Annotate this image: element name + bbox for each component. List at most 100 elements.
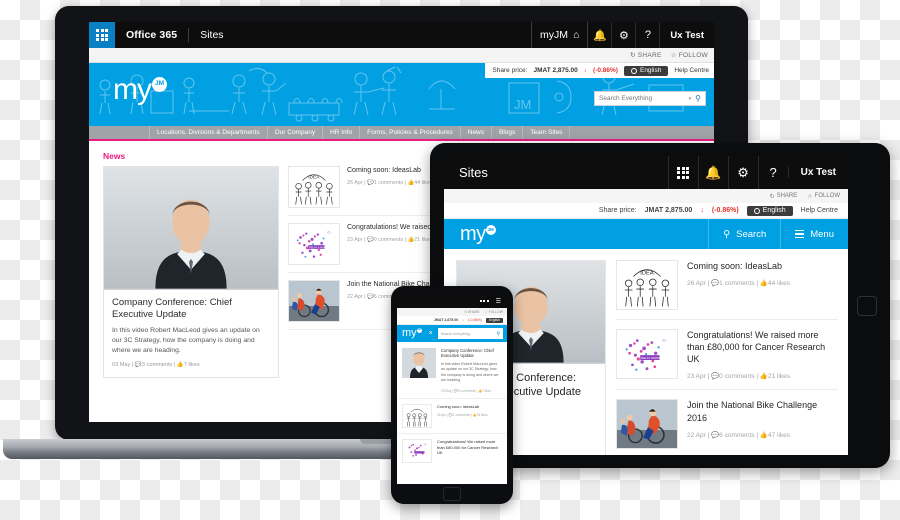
search-magnifier-icon[interactable]: ⚲ [695,94,701,103]
phone-featured-article[interactable]: Company Conference: Chief Executive Upda… [397,342,507,389]
tablet-search-magnifier-icon: ⚲ [723,228,731,240]
notifications-bell-icon[interactable]: 🔔 [588,22,613,48]
tablet-suite-icon-group: 🔔 ⚙ ? [667,156,788,189]
app-launcher-waffle-icon[interactable] [89,22,115,48]
home-icon: ⌂ [573,29,580,41]
nav-item-locations[interactable]: Locations, Divisions & Departments [149,126,268,139]
tablet-search-button[interactable]: ⚲ Search [708,219,780,249]
phone-search-placeholder: Search everything [440,331,470,336]
tablet-news-list-item[interactable]: Join the National Bike Challenge 2016 22… [616,390,838,455]
search-placeholder: Search Everything [599,95,653,102]
tablet-sites-link[interactable]: Sites [444,165,668,180]
phone-menu-dots-icon[interactable] [476,300,493,302]
tablet-globe-icon [753,207,760,214]
phone-follow-button[interactable]: ☆ FOLLOW [485,310,503,314]
phone-home-button[interactable] [443,487,461,501]
nav-item-team-sites[interactable]: Team Sites [523,126,571,139]
share-price-value: JMAT 2,875.00 [533,67,578,74]
tablet-menu-button[interactable]: Menu [780,219,848,249]
cyclists-photo-icon [288,280,340,322]
tablet-star-follow-icon: ☆ [807,193,813,200]
tablet-bike-challenge-photo [617,400,677,449]
phone-news-item-title[interactable]: Congratulations! We raised more than £80… [437,439,502,455]
site-title-myjm[interactable]: myJM ⌂ [531,22,589,48]
phone-star-follow-icon: ☆ [484,310,488,314]
tablet-news-item-meta: 23 Apr | 💬0 comments | 👍21 likes [687,373,791,381]
globe-icon [630,67,637,74]
tablet-language-selector-button[interactable]: English [746,205,793,216]
phone-logo-text: my [402,327,417,339]
tablet-settings-gear-icon[interactable]: ⚙ [727,156,758,189]
phone-news-list-item[interactable]: C~ Congratulations! We raised more than … [397,433,507,468]
myjm-logo[interactable]: my JM [113,75,167,105]
search-input[interactable]: Search Everything ▾ ⚲ [594,91,706,106]
tablet-share-button[interactable]: ↻ SHARE [770,193,798,200]
phone-featured-article-text: Company Conference: Chief Executive Upda… [441,348,502,383]
help-centre-link[interactable]: Help Centre [674,67,709,74]
nav-item-forms-policies[interactable]: Forms, Policies & Procedures [360,126,461,139]
phone-share-button[interactable]: ↻ SHARE [464,310,479,314]
suite-bar-sites-link[interactable]: Sites [189,29,234,41]
svg-text:C~: C~ [327,231,331,235]
tablet-news-item-title[interactable]: Congratulations! We raised more than £80… [687,329,838,365]
phone-status-bar: ☰ [397,294,507,308]
tablet-news-list-item[interactable]: IDEA Coming soon: IdeasLab 26 Apr | 💬1 c… [616,260,838,320]
phone-search-input[interactable]: Search everything ⚲ [437,328,503,339]
phone-news-item-title[interactable]: Coming soon: IdeasLab [437,404,488,409]
follow-label: FOLLOW [678,51,708,59]
tablet-help-centre-link[interactable]: Help Centre [801,207,838,214]
phone-brand-bar: my JM × Search everything ⚲ [397,325,507,342]
idea-lightbulb-crowd-icon: IDEA [288,166,340,208]
tablet-home-button[interactable] [857,295,877,316]
tablet-news-item-title[interactable]: Join the National Bike Challenge 2016 [687,399,838,423]
phone-businessman-portrait-photo [402,348,436,378]
office365-brand-label[interactable]: Office 365 [115,29,188,41]
tablet-news-item-title[interactable]: Coming soon: IdeasLab [687,260,790,272]
hero-banner: JM my JM Share price: JMAT 2,875.00 ↓ (-… [89,63,714,126]
search-scope-chevron-down-icon[interactable]: ▾ [689,96,692,102]
user-account-label[interactable]: Ux Test [660,30,714,41]
follow-button[interactable]: ☆ FOLLOW [671,51,708,60]
phone-news-item-text: Coming soon: IdeasLab 26 Apr | 💬1 commen… [437,404,488,428]
nav-item-news[interactable]: News [461,126,493,139]
tablet-news-list-item[interactable]: RELAY AMAZING C~ Congratulations! We rai… [616,320,838,391]
phone-featured-article-description: In this video Robert MacLeod gives an up… [441,361,499,383]
featured-article-title[interactable]: Company Conference: Chief Executive Upda… [112,297,270,321]
phone-featured-article-title[interactable]: Company Conference: Chief Executive Upda… [441,348,502,359]
phone-idea-lightbulb-crowd-icon [402,404,432,429]
tablet-notifications-bell-icon[interactable]: 🔔 [697,156,728,189]
tablet-share-price-label: Share price: [598,207,637,214]
phone-close-icon[interactable]: × [429,330,433,337]
nav-item-our-company[interactable]: Our Company [268,126,324,139]
svg-text:C~: C~ [662,339,668,343]
phone-news-list-item[interactable]: Coming soon: IdeasLab 26 Apr | 💬1 commen… [397,398,507,433]
share-label: SHARE [637,51,662,59]
phone-user-icon[interactable]: ☰ [496,298,504,305]
featured-article-card[interactable]: Company Conference: Chief Executive Upda… [103,166,279,379]
tablet-language-label: English [762,207,786,214]
tablet-price-down-arrow-icon: ↓ [700,207,704,214]
ideaslab-illustration: IDEA [295,174,333,205]
phone-search-magnifier-icon[interactable]: ⚲ [496,331,500,337]
phone-ideaslab-illustration [406,409,428,427]
tablet-app-launcher-waffle-icon[interactable] [667,156,698,189]
tablet-help-question-icon[interactable]: ? [757,156,788,189]
help-question-icon[interactable]: ? [636,22,661,48]
tablet-user-account-label[interactable]: Ux Test [787,167,848,178]
phone-screen: ↻ SHARE ☆ FOLLOW JMAT 2,875.00 ↓ (-0.86%… [397,308,507,484]
phone-follow-label: FOLLOW [488,310,503,314]
language-selector-button[interactable]: English [623,65,669,76]
featured-article-photo [104,167,278,290]
nav-item-hr-info[interactable]: HR Info [323,126,361,139]
tablet-ideaslab-illustration: IDEA [624,269,670,307]
phone-language-selector-button[interactable]: English [485,317,503,323]
phone-myjm-logo[interactable]: my JM [402,328,422,339]
settings-gear-icon[interactable]: ⚙ [612,22,637,48]
tablet-follow-button[interactable]: ☆ FOLLOW [807,193,840,200]
tablet-myjm-logo[interactable]: my JM [460,224,496,244]
tablet-jm-badge-icon: JM [485,225,496,235]
nav-item-blogs[interactable]: Blogs [492,126,524,139]
featured-article-description: In this video Robert MacLeod gives an up… [112,326,260,355]
share-button[interactable]: ↻ SHARE [630,51,662,60]
language-label: English [639,67,662,74]
